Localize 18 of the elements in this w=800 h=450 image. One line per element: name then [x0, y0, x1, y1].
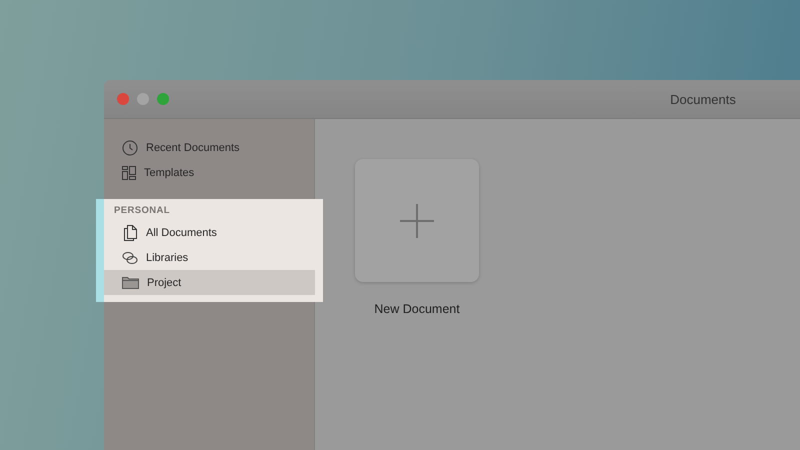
sidebar-item[interactable]: Recent Documents [104, 135, 314, 160]
clock-icon [122, 140, 138, 156]
plus-icon [399, 202, 435, 238]
close-button[interactable] [117, 93, 129, 105]
window-title: Documents [669, 92, 737, 106]
documents-icon [122, 224, 138, 240]
sidebar-item[interactable]: All Documents [104, 220, 315, 245]
grid-icon [122, 166, 136, 180]
new-document-label: New Document [374, 302, 460, 316]
folder-icon [122, 276, 139, 289]
sidebar-item[interactable]: Templates [104, 160, 314, 185]
minimize-button[interactable] [137, 93, 149, 105]
sidebar-item[interactable]: Libraries [104, 245, 315, 270]
new-document-button[interactable] [355, 159, 479, 282]
sidebar-item[interactable]: Project [104, 270, 315, 295]
zoom-button[interactable] [157, 93, 169, 105]
link-icon [122, 250, 138, 264]
section-header: PERSONAL [113, 204, 171, 218]
